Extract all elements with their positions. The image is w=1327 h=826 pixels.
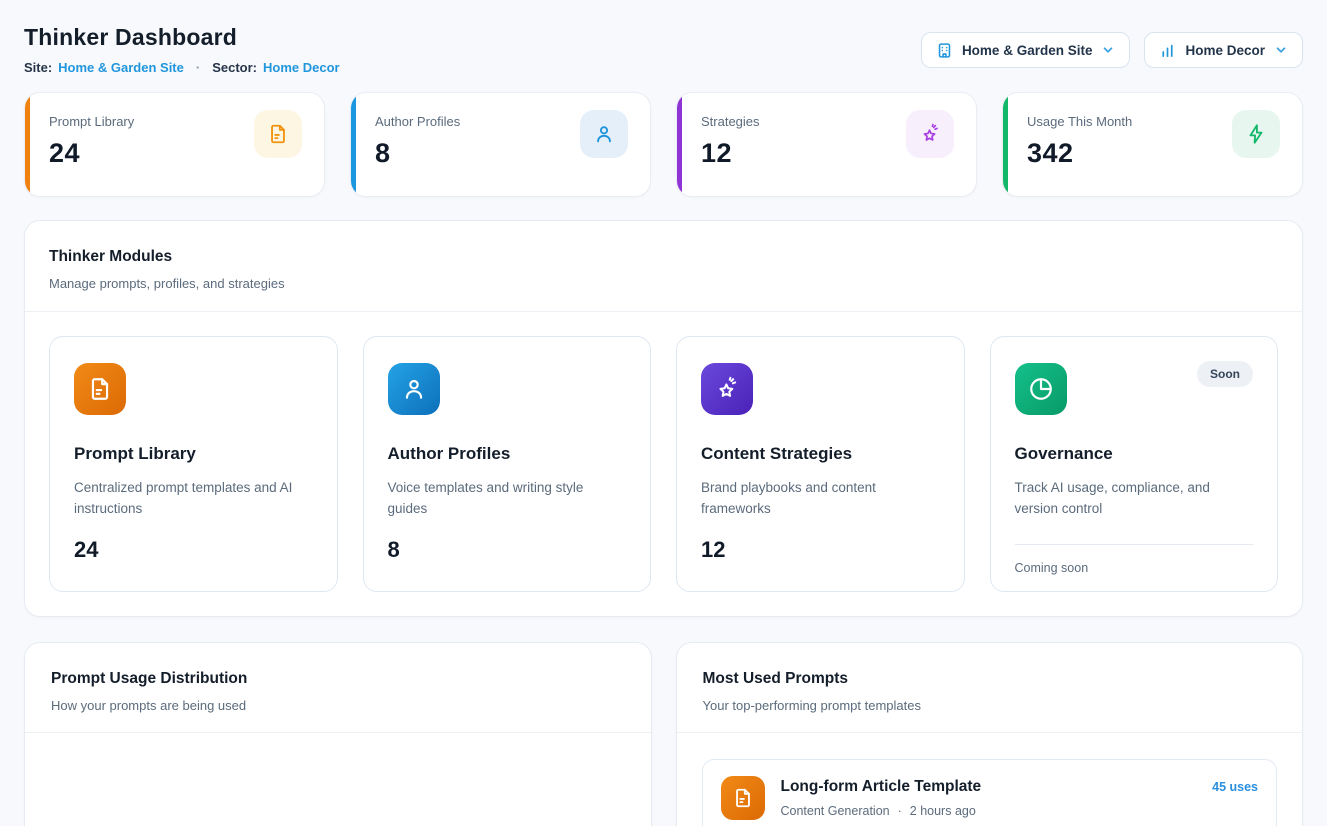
file-text-icon <box>721 776 765 820</box>
person-icon <box>388 363 440 415</box>
header-actions: Home & Garden Site Home Decor <box>921 32 1303 68</box>
sector-selector-dropdown[interactable]: Home Decor <box>1144 32 1303 68</box>
most-used-prompts-card: Most Used Prompts Your top-performing pr… <box>676 642 1304 826</box>
usage-card-header: Prompt Usage Distribution How your promp… <box>25 643 651 732</box>
prompts-card-subtitle: Your top-performing prompt templates <box>703 698 1277 713</box>
prompt-info: Long-form Article Template Content Gener… <box>781 778 1197 818</box>
page-title: Thinker Dashboard <box>24 24 340 51</box>
stat-card-usage: Usage This Month 342 <box>1002 92 1303 197</box>
soon-badge: Soon <box>1197 361 1253 387</box>
stats-row: Prompt Library 24 Author Profiles 8 Stra… <box>24 92 1303 197</box>
sector-label: Sector: <box>212 60 257 75</box>
dashboard-page: Thinker Dashboard Site: Home & Garden Si… <box>0 0 1327 826</box>
module-title: Author Profiles <box>388 444 627 464</box>
modules-panel-header: Thinker Modules Manage prompts, profiles… <box>25 221 1302 311</box>
stat-card-strategies: Strategies 12 <box>676 92 977 197</box>
module-title: Content Strategies <box>701 444 940 464</box>
coming-soon-text: Coming soon <box>1015 561 1254 575</box>
accent-bar <box>677 93 682 196</box>
sparkle-star-icon <box>906 110 954 158</box>
module-card-author-profiles[interactable]: Author Profiles Voice templates and writ… <box>363 336 652 592</box>
prompt-title: Long-form Article Template <box>781 778 1197 796</box>
accent-bar <box>351 93 356 196</box>
file-text-icon <box>254 110 302 158</box>
module-title: Prompt Library <box>74 444 313 464</box>
site-label: Site: <box>24 60 52 75</box>
bottom-row: Prompt Usage Distribution How your promp… <box>24 642 1303 826</box>
prompts-card-title: Most Used Prompts <box>703 670 1277 688</box>
lightning-icon <box>1232 110 1280 158</box>
sparkle-star-icon <box>701 363 753 415</box>
module-card-content-strategies[interactable]: Content Strategies Brand playbooks and c… <box>676 336 965 592</box>
header-left: Thinker Dashboard Site: Home & Garden Si… <box>24 24 340 75</box>
site-selector-label: Home & Garden Site <box>962 43 1093 58</box>
chevron-down-icon <box>1274 43 1288 57</box>
prompt-category: Content Generation <box>781 804 890 818</box>
module-count: 8 <box>388 537 627 563</box>
prompt-usage-card: Prompt Usage Distribution How your promp… <box>24 642 652 826</box>
module-card-governance[interactable]: Soon Governance Track AI usage, complian… <box>990 336 1279 592</box>
breadcrumb-separator: · <box>196 60 200 75</box>
module-count: 12 <box>701 537 940 563</box>
stat-card-author-profiles: Author Profiles 8 <box>350 92 651 197</box>
site-link[interactable]: Home & Garden Site <box>58 60 184 75</box>
prompt-list-item[interactable]: Long-form Article Template Content Gener… <box>702 759 1278 826</box>
bar-chart-icon <box>1159 42 1176 59</box>
building-icon <box>936 42 953 59</box>
meta-separator: · <box>898 804 902 818</box>
divider <box>1015 544 1254 545</box>
modules-panel-subtitle: Manage prompts, profiles, and strategies <box>49 276 1278 291</box>
module-description: Centralized prompt templates and AI inst… <box>74 478 313 520</box>
site-selector-dropdown[interactable]: Home & Garden Site <box>921 32 1131 68</box>
accent-bar <box>25 93 30 196</box>
page-header: Thinker Dashboard Site: Home & Garden Si… <box>24 0 1303 75</box>
file-text-icon <box>74 363 126 415</box>
pie-chart-icon <box>1015 363 1067 415</box>
module-card-prompt-library[interactable]: Prompt Library Centralized prompt templa… <box>49 336 338 592</box>
prompt-meta: Content Generation · 2 hours ago <box>781 804 1197 818</box>
module-description: Track AI usage, compliance, and version … <box>1015 478 1254 520</box>
stat-card-prompt-library: Prompt Library 24 <box>24 92 325 197</box>
usage-card-title: Prompt Usage Distribution <box>51 670 625 688</box>
modules-panel-title: Thinker Modules <box>49 248 1278 266</box>
module-description: Voice templates and writing style guides <box>388 478 627 520</box>
sector-selector-label: Home Decor <box>1185 43 1265 58</box>
module-title: Governance <box>1015 444 1254 464</box>
sector-link[interactable]: Home Decor <box>263 60 340 75</box>
prompt-time: 2 hours ago <box>910 804 976 818</box>
prompt-uses-badge: 45 uses <box>1212 780 1258 794</box>
chevron-down-icon <box>1101 43 1115 57</box>
thinker-modules-panel: Thinker Modules Manage prompts, profiles… <box>24 220 1303 617</box>
breadcrumb: Site: Home & Garden Site · Sector: Home … <box>24 60 340 75</box>
usage-card-subtitle: How your prompts are being used <box>51 698 625 713</box>
prompts-list: Long-form Article Template Content Gener… <box>677 733 1303 826</box>
person-icon <box>580 110 628 158</box>
prompts-card-header: Most Used Prompts Your top-performing pr… <box>677 643 1303 732</box>
module-description: Brand playbooks and content frameworks <box>701 478 940 520</box>
module-count: 24 <box>74 537 313 563</box>
donut-chart-area: 15% <box>25 733 651 826</box>
modules-grid: Prompt Library Centralized prompt templa… <box>25 312 1302 616</box>
accent-bar <box>1003 93 1008 196</box>
